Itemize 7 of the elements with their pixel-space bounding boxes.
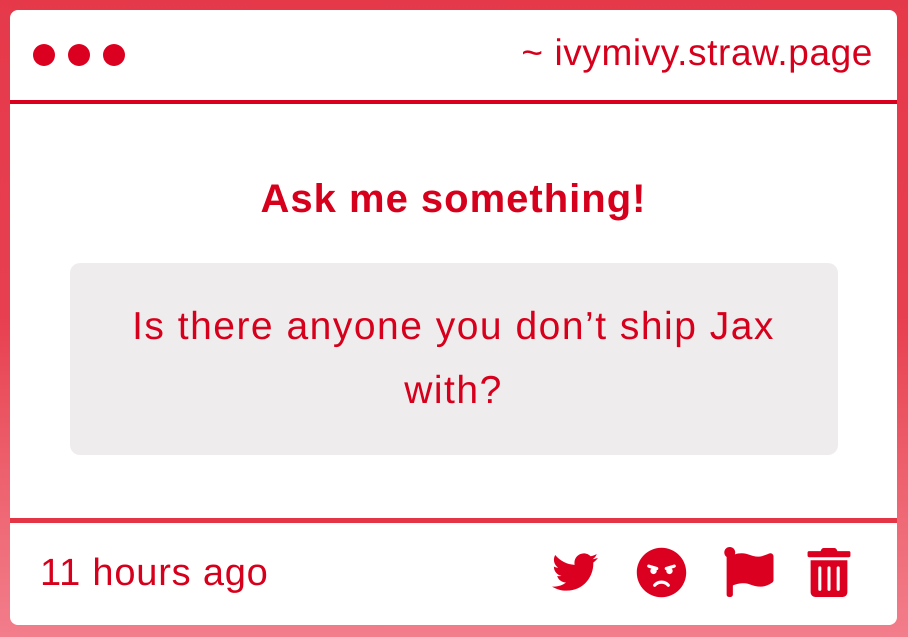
page-address: ~ ivymivy.straw.page [521,32,873,74]
question-text: Is there anyone you don’t ship Jax with? [131,304,776,414]
trash-icon[interactable] [807,548,851,596]
time-label: 11 hours ago [40,552,269,594]
angry-face-icon[interactable] [636,546,687,598]
flag-icon[interactable] [723,547,774,597]
prompt-title: Ask me something! [260,176,646,222]
